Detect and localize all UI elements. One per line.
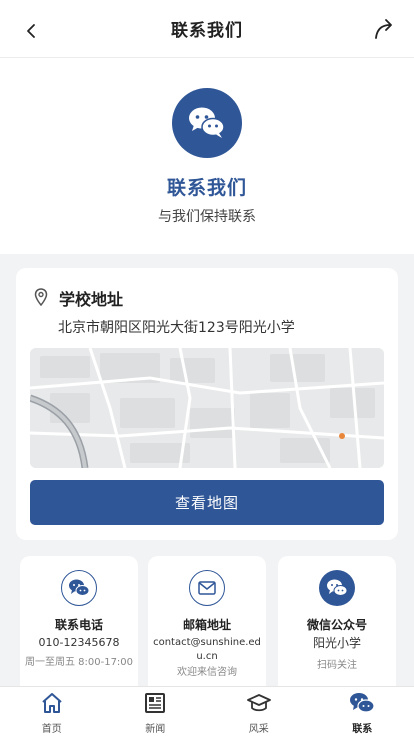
bottom-tab-bar: 首页 新闻 风采 联系 bbox=[0, 686, 414, 736]
tab-contact[interactable]: 联系 bbox=[311, 687, 414, 736]
page-title: 联系我们 bbox=[171, 21, 243, 41]
contact-value: 010-12345678 bbox=[38, 636, 120, 649]
contact-value: 阳光小学 bbox=[312, 636, 361, 650]
tab-news[interactable]: 新闻 bbox=[104, 687, 208, 736]
contact-note: 扫码关注 bbox=[317, 660, 357, 671]
wechat-icon bbox=[319, 570, 355, 606]
wechat-icon bbox=[350, 693, 375, 713]
chat-icon bbox=[61, 570, 97, 606]
mail-icon bbox=[189, 570, 225, 606]
home-icon bbox=[42, 693, 62, 713]
hero-section: 联系我们 与我们保持联系 bbox=[0, 58, 414, 254]
tab-gallery[interactable]: 风采 bbox=[207, 687, 311, 736]
view-map-button[interactable]: 查看地图 bbox=[30, 480, 384, 525]
address-title: 学校地址 bbox=[59, 290, 124, 309]
contact-value: contact@sunshine.edu.cn bbox=[153, 637, 261, 662]
address-text: 北京市朝阳区阳光大街123号阳光小学 bbox=[58, 320, 295, 336]
map-preview[interactable] bbox=[30, 348, 384, 468]
contact-card-wechat[interactable]: 微信公众号 阳光小学 扫码关注 bbox=[278, 556, 396, 706]
contact-note: 欢迎来信咨询 bbox=[177, 667, 237, 678]
wechat-icon bbox=[189, 107, 225, 138]
news-icon bbox=[145, 693, 166, 713]
hero-subtitle: 与我们保持联系 bbox=[158, 209, 256, 225]
top-nav-bar: 联系我们 bbox=[0, 0, 414, 58]
tab-label: 风采 bbox=[248, 724, 269, 735]
contact-card-email[interactable]: 邮箱地址 contact@sunshine.edu.cn 欢迎来信咨询 bbox=[148, 556, 266, 706]
share-icon[interactable] bbox=[372, 17, 396, 41]
hero-title: 联系我们 bbox=[166, 177, 247, 199]
contact-title: 联系电话 bbox=[54, 618, 103, 632]
contact-card-phone[interactable]: 联系电话 010-12345678 周一至周五 8:00-17:00 bbox=[20, 556, 138, 706]
tab-label: 新闻 bbox=[145, 724, 166, 735]
contact-note: 周一至周五 8:00-17:00 bbox=[24, 657, 134, 668]
contact-title: 微信公众号 bbox=[306, 618, 367, 632]
back-icon[interactable] bbox=[20, 20, 42, 42]
hero-wechat-icon bbox=[172, 88, 242, 158]
tab-home[interactable]: 首页 bbox=[0, 687, 104, 736]
tab-label: 首页 bbox=[41, 724, 62, 735]
location-pin-icon bbox=[34, 288, 48, 306]
graduation-cap-icon bbox=[246, 694, 271, 712]
tab-label: 联系 bbox=[352, 724, 373, 735]
contact-title: 邮箱地址 bbox=[182, 618, 231, 632]
address-card: 学校地址 北京市朝阳区阳光大街123号阳光小学 查看地图 bbox=[16, 268, 398, 540]
